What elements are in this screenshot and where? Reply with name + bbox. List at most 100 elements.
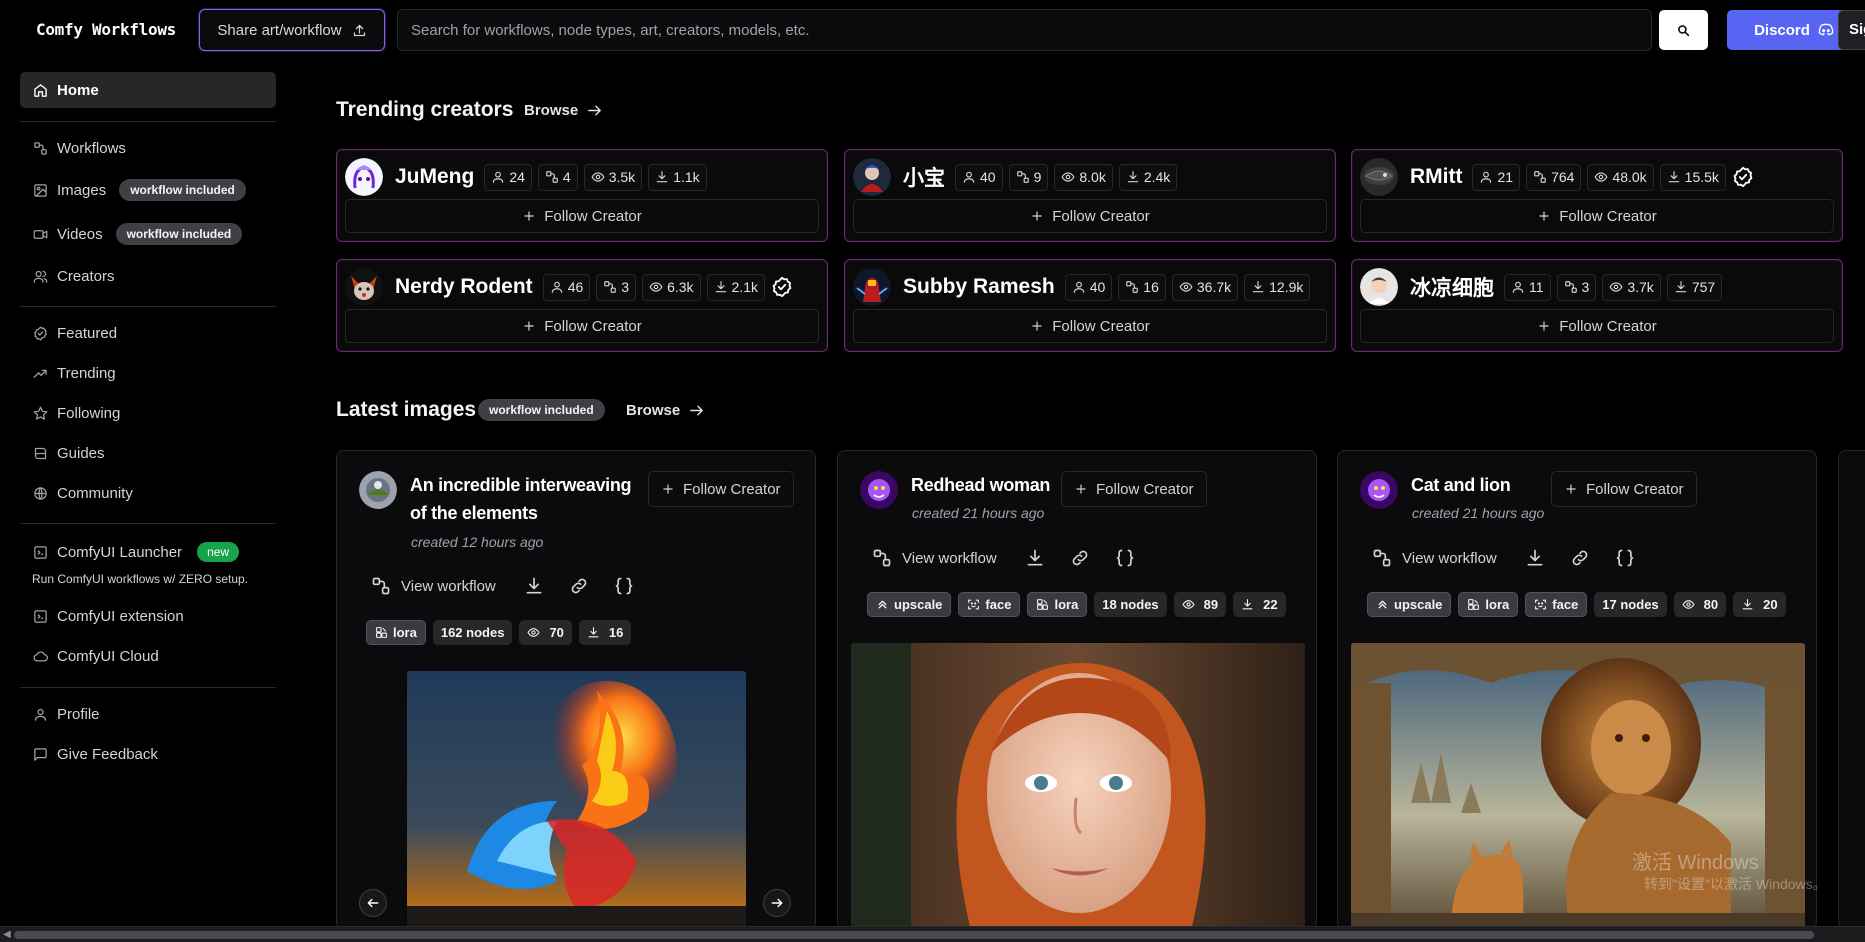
- image-title[interactable]: An incredible interweaving of the elemen…: [410, 471, 640, 527]
- browse-creators-link[interactable]: Browse: [524, 102, 603, 119]
- follow-creator-button[interactable]: Follow Creator: [345, 309, 819, 343]
- carousel-next-button[interactable]: [763, 889, 791, 917]
- sidebar-item-cloud[interactable]: ComfyUI Cloud: [20, 638, 276, 674]
- workflows-stat: 4: [537, 163, 578, 191]
- view-workflow-button[interactable]: View workflow: [1372, 548, 1497, 568]
- workflows-count: 3: [621, 279, 630, 295]
- sidebar-item-profile[interactable]: Profile: [20, 696, 276, 732]
- scroll-left-icon[interactable]: ◀: [3, 929, 11, 940]
- horizontal-scrollbar[interactable]: ◀: [0, 926, 1865, 942]
- sidebar-item-launcher[interactable]: ComfyUI Launcher new: [20, 534, 276, 570]
- avatar[interactable]: [853, 268, 891, 306]
- fire-water-image[interactable]: [407, 671, 746, 929]
- tag-lora[interactable]: lora: [366, 620, 426, 645]
- tag-lora[interactable]: lora: [1027, 592, 1088, 617]
- tag-upscale[interactable]: upscale: [1367, 592, 1452, 617]
- sidebar-item-creators[interactable]: Creators: [20, 258, 276, 294]
- sidebar-item-community[interactable]: Community: [20, 475, 276, 511]
- json-icon[interactable]: [614, 576, 634, 596]
- avatar[interactable]: [860, 471, 898, 509]
- tag-upscale[interactable]: upscale: [867, 592, 952, 617]
- download-icon[interactable]: [1025, 548, 1045, 568]
- search-input[interactable]: Search for workflows, node types, art, c…: [397, 9, 1652, 51]
- arrow-right-icon: [688, 402, 705, 419]
- follow-creator-button[interactable]: Follow Creator: [1360, 309, 1834, 343]
- sidebar-item-featured[interactable]: Featured: [20, 315, 276, 351]
- sidebar-item-home[interactable]: Home: [20, 72, 276, 108]
- eye-icon: [591, 170, 605, 184]
- link-icon[interactable]: [1070, 548, 1090, 568]
- avatar[interactable]: [1360, 471, 1398, 509]
- image-title[interactable]: Cat and lion: [1411, 471, 1511, 499]
- browse-images-link[interactable]: Browse: [626, 402, 705, 419]
- latest-images-title: Latest images: [336, 398, 477, 421]
- carousel-prev-button[interactable]: [359, 889, 387, 917]
- views-stat: 89: [1173, 592, 1227, 617]
- app-logo[interactable]: Comfy Workflows: [36, 20, 176, 39]
- creator-name[interactable]: JuMeng: [395, 165, 474, 189]
- creator-name[interactable]: Nerdy Rodent: [395, 275, 533, 299]
- download-icon[interactable]: [524, 576, 544, 596]
- view-workflow-button[interactable]: View workflow: [371, 576, 496, 596]
- tag-label: lora: [1054, 597, 1079, 612]
- follow-creator-button[interactable]: Follow Creator: [853, 309, 1327, 343]
- sidebar-item-images[interactable]: Images workflow included: [20, 172, 276, 208]
- follow-creator-button[interactable]: Follow Creator: [345, 199, 819, 233]
- creator-name[interactable]: Subby Ramesh: [903, 275, 1055, 299]
- avatar[interactable]: [1360, 158, 1398, 196]
- windows-activation-note: 转到"设置"以激活 Windows。: [1644, 876, 1827, 892]
- follow-creator-button[interactable]: Follow Creator: [1360, 199, 1834, 233]
- sign-in-button[interactable]: Sign: [1838, 10, 1865, 50]
- follow-creator-button[interactable]: Follow Creator: [1551, 471, 1697, 507]
- avatar[interactable]: [1360, 268, 1398, 306]
- tag-lora[interactable]: lora: [1458, 592, 1519, 617]
- follow-creator-button[interactable]: Follow Creator: [1061, 471, 1207, 507]
- sidebar-item-feedback[interactable]: Give Feedback: [20, 736, 276, 772]
- sidebar-item-workflows[interactable]: Workflows: [20, 130, 276, 166]
- lora-icon: [1467, 598, 1480, 611]
- sidebar-divider: [20, 306, 276, 307]
- downloads-count: 15.5k: [1684, 169, 1719, 185]
- json-icon[interactable]: [1615, 548, 1635, 568]
- tag-face[interactable]: face: [1525, 592, 1588, 617]
- followers-count: 21: [1497, 169, 1514, 185]
- download-icon[interactable]: [1525, 548, 1545, 568]
- plus-icon: [1564, 482, 1578, 496]
- creator-card: RMitt 21 764 48.0k 15.5k Follow Creator: [1351, 149, 1843, 242]
- card-actions: View workflow: [1372, 543, 1660, 573]
- link-icon[interactable]: [569, 576, 589, 596]
- link-icon[interactable]: [1570, 548, 1590, 568]
- redhead-woman-image[interactable]: [851, 643, 1305, 929]
- face-scan-icon: [967, 598, 980, 611]
- scrollbar-thumb[interactable]: [14, 931, 1814, 939]
- search-button[interactable]: [1659, 10, 1708, 50]
- downloads-count: 1.1k: [673, 169, 700, 185]
- follow-label: Follow Creator: [1096, 480, 1194, 498]
- follow-creator-button[interactable]: Follow Creator: [648, 471, 794, 507]
- sidebar-item-following[interactable]: Following: [20, 395, 276, 431]
- follow-creator-button[interactable]: Follow Creator: [853, 199, 1327, 233]
- image-icon: [34, 183, 47, 197]
- avatar[interactable]: [345, 268, 383, 306]
- avatar[interactable]: [853, 158, 891, 196]
- tag-face[interactable]: face: [958, 592, 1021, 617]
- creator-name[interactable]: RMitt: [1410, 165, 1462, 189]
- downloads-stat: 1.1k: [648, 163, 707, 191]
- share-workflow-button[interactable]: Share art/workflow: [199, 9, 385, 51]
- launcher-icon: [34, 545, 47, 559]
- view-workflow-button[interactable]: View workflow: [872, 548, 997, 568]
- json-icon[interactable]: [1115, 548, 1135, 568]
- creator-name[interactable]: 小宝: [903, 162, 945, 192]
- sidebar-item-trending[interactable]: Trending: [20, 355, 276, 391]
- sidebar-item-extension[interactable]: ComfyUI extension: [20, 598, 276, 634]
- image-card: Redhead woman created 21 hours ago Follo…: [837, 450, 1317, 930]
- sidebar-item-videos[interactable]: Videos workflow included: [20, 216, 276, 252]
- creator-name[interactable]: 冰凉细胞: [1410, 272, 1494, 302]
- image-title[interactable]: Redhead woman: [911, 471, 1050, 499]
- tag-label: face: [1552, 597, 1579, 612]
- plus-icon: [1537, 319, 1551, 333]
- avatar[interactable]: [345, 158, 383, 196]
- download-icon: [587, 626, 600, 639]
- sidebar-item-guides[interactable]: Guides: [20, 435, 276, 471]
- avatar[interactable]: [359, 471, 397, 509]
